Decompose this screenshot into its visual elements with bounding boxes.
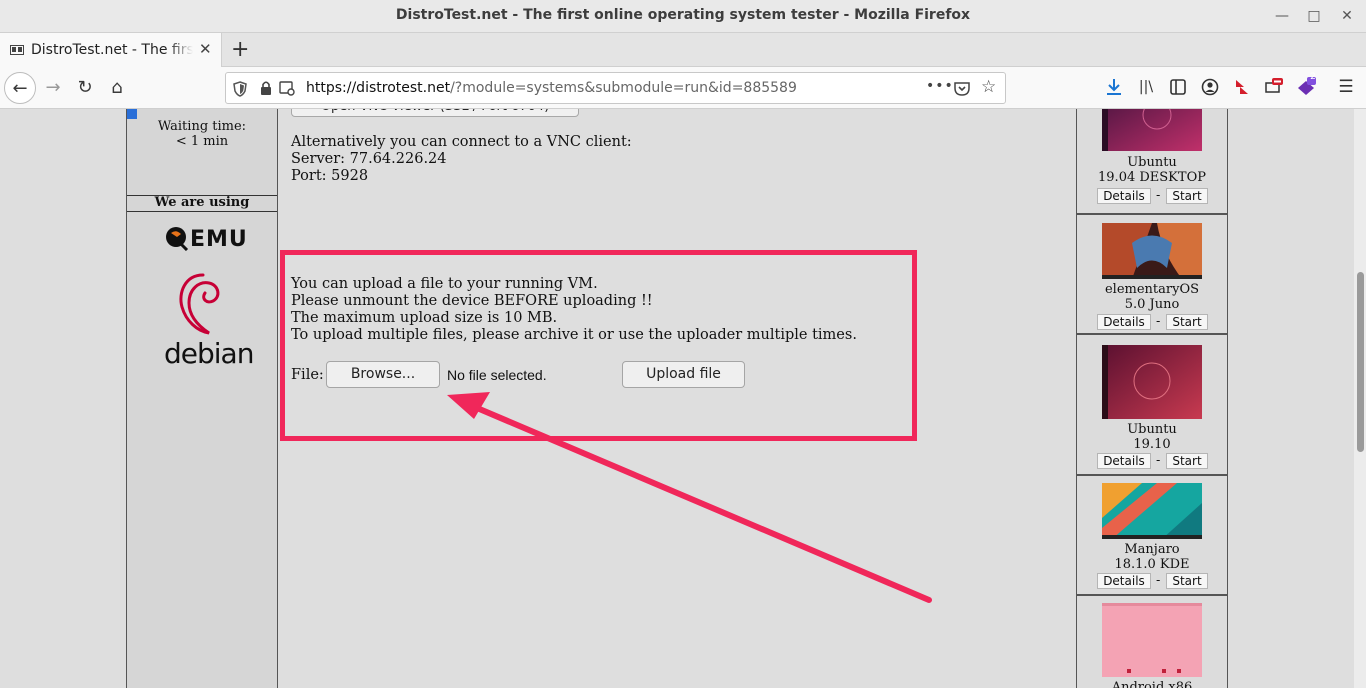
sidebar-toggle-icon[interactable] xyxy=(1168,77,1188,97)
separator-dash: - xyxy=(1156,314,1161,328)
upload-line: The maximum upload size is 10 MB. xyxy=(291,310,558,326)
distro-version: 18.1.0 KDE xyxy=(1114,557,1190,572)
close-window-icon[interactable]: ✕ xyxy=(1337,6,1357,26)
distro-version: 5.0 Juno xyxy=(1124,297,1180,312)
waiting-time: Waiting time: < 1 min xyxy=(127,119,277,149)
vnc-info: Alternatively you can connect to a VNC c… xyxy=(291,134,632,185)
downloads-icon[interactable] xyxy=(1104,77,1124,97)
distro-version: 19.10 xyxy=(1133,437,1171,452)
distro-list: Ubuntu 19.04 DESKTOP Details - Start ele… xyxy=(1076,109,1228,688)
distro-item: Android x86 xyxy=(1077,596,1227,688)
details-button[interactable]: Details xyxy=(1097,188,1151,204)
start-button[interactable]: Start xyxy=(1166,314,1208,330)
url-text[interactable]: https://distrotest.net/?module=systems&s… xyxy=(306,80,797,96)
home-icon[interactable]: ⌂ xyxy=(101,72,133,104)
distro-item: Ubuntu 19.04 DESKTOP Details - Start xyxy=(1077,109,1227,215)
scrollbar-thumb[interactable] xyxy=(1357,272,1364,452)
extension-badge-count: 2 xyxy=(1310,72,1316,82)
new-tab-icon[interactable]: + xyxy=(231,37,249,62)
tab-label: DistroTest.net - The first online operat… xyxy=(31,42,193,58)
back-icon[interactable]: ← xyxy=(4,72,36,104)
distro-name: Ubuntu xyxy=(1127,155,1177,170)
distro-item: Manjaro 18.1.0 KDE Details - Start xyxy=(1077,476,1227,596)
distrotest-favicon-icon xyxy=(10,45,24,55)
qemu-logo-text: EMU xyxy=(190,227,248,252)
extension-monitor-icon[interactable] xyxy=(1264,77,1284,97)
tab-bar: DistroTest.net - The first online operat… xyxy=(0,33,1366,67)
start-button[interactable]: Start xyxy=(1166,453,1208,469)
navigation-bar: ← → ↻ ⌂ https://distrotest.net/?module=s… xyxy=(0,67,1366,109)
distro-thumbnail[interactable] xyxy=(1102,603,1202,677)
tab-close-icon[interactable]: ✕ xyxy=(199,40,212,58)
we-are-using-heading: We are using xyxy=(154,195,250,210)
minimize-icon[interactable]: — xyxy=(1272,6,1292,26)
waiting-label: Waiting time: xyxy=(157,119,247,134)
web-page: Waiting time: < 1 min We are using EMU d… xyxy=(0,109,1366,688)
separator-dash: - xyxy=(1156,573,1161,587)
distro-thumbnail[interactable] xyxy=(1102,345,1202,419)
upload-line: To upload multiple files, please archive… xyxy=(291,327,857,343)
upload-line: You can upload a file to your running VM… xyxy=(291,276,598,292)
window-title: DistroTest.net - The first online operat… xyxy=(395,7,971,23)
distro-name: Ubuntu xyxy=(1127,422,1177,437)
distro-thumbnail[interactable] xyxy=(1102,223,1202,279)
open-vnc-viewer-button[interactable]: Open VNC Viewer (SSL / Port 6704) xyxy=(291,109,579,117)
tab-distrotest[interactable]: DistroTest.net - The first online operat… xyxy=(0,33,222,67)
status-indicator xyxy=(127,109,137,119)
start-button[interactable]: Start xyxy=(1166,188,1208,204)
distro-version: 19.04 DESKTOP xyxy=(1098,170,1206,185)
extension-red-arrow-icon[interactable] xyxy=(1232,77,1252,97)
file-label: File: xyxy=(291,367,324,383)
upload-line: Please unmount the device BEFORE uploadi… xyxy=(291,293,653,309)
page-actions-icon[interactable]: ••• xyxy=(926,78,954,94)
tracking-protection-icon[interactable] xyxy=(233,81,247,97)
url-bar[interactable]: https://distrotest.net/?module=systems&s… xyxy=(225,72,1006,104)
maximize-icon[interactable]: □ xyxy=(1304,6,1324,26)
bookmark-star-icon[interactable]: ☆ xyxy=(981,77,996,97)
debian-logo-text: debian xyxy=(164,337,254,370)
start-button[interactable]: Start xyxy=(1166,573,1208,589)
vnc-port: Port: 5928 xyxy=(291,168,369,184)
qemu-logo-icon xyxy=(166,227,189,251)
details-button[interactable]: Details xyxy=(1097,453,1151,469)
distro-name: Manjaro xyxy=(1124,542,1180,557)
lock-icon[interactable] xyxy=(260,80,272,96)
reload-icon[interactable]: ↻ xyxy=(69,72,101,104)
upload-instructions: You can upload a file to your running VM… xyxy=(291,276,857,344)
library-icon[interactable]: ||\ xyxy=(1136,77,1156,97)
details-button[interactable]: Details xyxy=(1097,573,1151,589)
details-button[interactable]: Details xyxy=(1097,314,1151,330)
url-host: https://distrotest.net xyxy=(306,80,451,96)
vnc-info-line: Alternatively you can connect to a VNC c… xyxy=(291,134,632,150)
no-file-selected-text: No file selected. xyxy=(447,367,547,383)
distro-item: Ubuntu 19.10 Details - Start xyxy=(1077,337,1227,476)
pocket-icon[interactable] xyxy=(954,81,970,96)
distro-name: Android x86 xyxy=(1111,680,1193,688)
left-sidebar: Waiting time: < 1 min We are using EMU d… xyxy=(126,109,278,688)
divider xyxy=(127,211,277,212)
separator-dash: - xyxy=(1156,453,1161,467)
distro-item: elementaryOS 5.0 Juno Details - Start xyxy=(1077,215,1227,335)
account-icon[interactable] xyxy=(1200,77,1220,97)
upload-file-button[interactable]: Upload file xyxy=(622,361,745,388)
browse-button[interactable]: Browse... xyxy=(326,361,440,388)
forward-icon[interactable]: → xyxy=(37,72,69,104)
debian-swirl-icon xyxy=(179,273,220,335)
distro-thumbnail[interactable] xyxy=(1102,483,1202,539)
window-titlebar: DistroTest.net - The first online operat… xyxy=(0,0,1366,33)
vnc-server: Server: 77.64.226.24 xyxy=(291,151,447,167)
distro-thumbnail[interactable] xyxy=(1102,109,1202,151)
url-path: /?module=systems&submodule=run&id=885589 xyxy=(450,80,797,96)
distro-name: elementaryOS xyxy=(1104,282,1200,297)
waiting-value: < 1 min xyxy=(175,134,229,149)
separator-dash: - xyxy=(1156,188,1161,202)
menu-hamburger-icon[interactable]: ☰ xyxy=(1336,77,1356,97)
permissions-icon[interactable] xyxy=(279,81,295,96)
page-scrollbar[interactable] xyxy=(1354,109,1366,688)
